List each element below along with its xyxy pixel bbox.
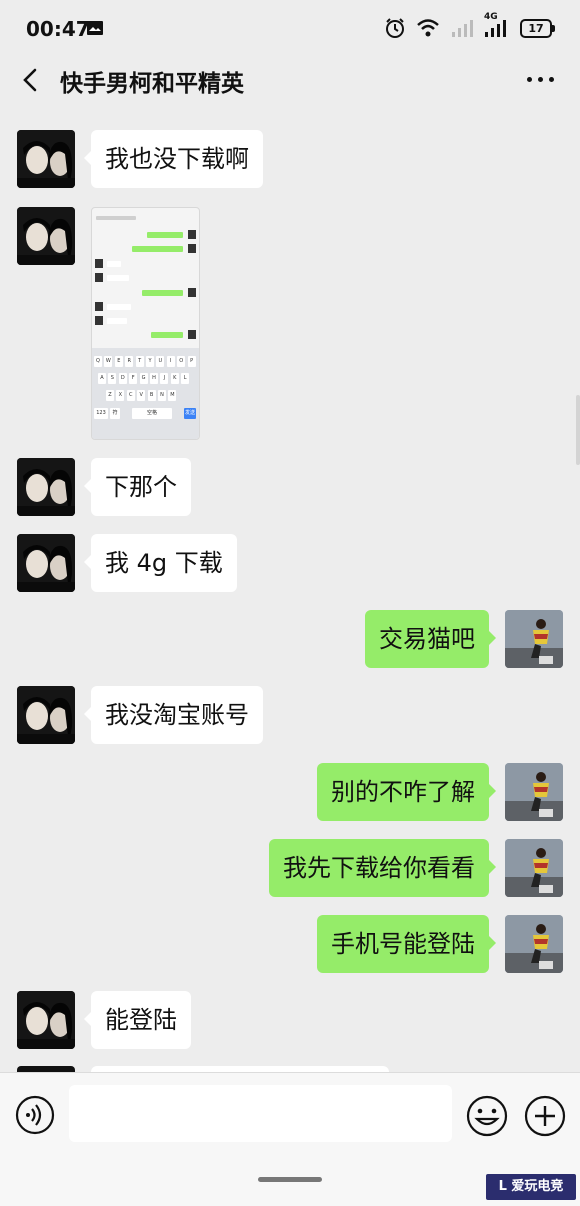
ellipsis-icon[interactable] [527, 77, 554, 82]
avatar-self[interactable] [505, 839, 563, 897]
message-bubble-received[interactable]: 下那个 [84, 458, 191, 516]
signal-icon [452, 20, 473, 37]
message-bubble-received[interactable]: 我也没下载啊 [84, 130, 263, 188]
embedded-key: T [135, 356, 144, 367]
embedded-key: H [150, 373, 158, 384]
message-bubble-received[interactable]: 我 4g 下载 [84, 534, 237, 592]
embedded-key: J [160, 373, 169, 384]
embedded-keyboard: Q W E R T Y U I O P A S D F G H J K L Z X C V B N M 123 符 空格 发送 [92, 348, 199, 439]
embedded-key: F [129, 373, 138, 384]
avatar[interactable] [17, 534, 75, 592]
watermark-logo: L 爱玩电竞 [486, 1174, 576, 1200]
avatar-self[interactable] [505, 915, 563, 973]
embedded-key: V [137, 390, 146, 401]
message-bubble-sent[interactable]: 我先下载给你看看 [269, 839, 496, 897]
home-indicator[interactable] [258, 1177, 322, 1182]
alarm-icon [386, 18, 404, 38]
embedded-key: O [177, 356, 186, 367]
embedded-key: I [166, 356, 175, 367]
embedded-key: K [170, 373, 179, 384]
scroll-handle[interactable] [576, 395, 580, 465]
message-icon [87, 21, 103, 35]
battery-icon: 17 [520, 18, 555, 38]
message-bubble-sent[interactable]: 交易猫吧 [365, 610, 496, 668]
avatar-self[interactable] [505, 610, 563, 668]
emoji-icon[interactable] [466, 1095, 508, 1137]
avatar-self[interactable] [505, 763, 563, 821]
embedded-key: U [156, 356, 165, 367]
embedded-key: C [126, 390, 135, 401]
embedded-key: X [116, 390, 125, 401]
image-message[interactable]: Q W E R T Y U I O P A S D F G H J K L Z X C V B N M 123 符 空格 发送 [91, 207, 200, 440]
avatar[interactable] [17, 207, 75, 265]
embedded-key: D [118, 373, 127, 384]
embedded-key: Q [94, 356, 102, 367]
signal-icon [485, 20, 506, 37]
chat-title: 快手男柯和平精英 [60, 71, 244, 97]
embedded-key: L [181, 373, 190, 384]
plus-icon[interactable] [524, 1095, 566, 1137]
message-bubble-received[interactable]: 我没淘宝账号 [84, 686, 263, 744]
embedded-key: E [114, 356, 123, 367]
message-bubble-sent[interactable]: 别的不咋了解 [317, 763, 496, 821]
embedded-key: B [147, 390, 156, 401]
embedded-key: A [98, 373, 106, 384]
embedded-key: R [125, 356, 134, 367]
embedded-key: Y [146, 356, 154, 367]
avatar[interactable] [17, 458, 75, 516]
status-time: 00:47 [26, 17, 90, 41]
voice-icon[interactable] [15, 1095, 55, 1135]
message-bubble-received[interactable]: 能登陆 [84, 991, 191, 1049]
chevron-left-icon[interactable] [18, 66, 46, 94]
status-bar: 00:47 4G 17 [0, 0, 580, 56]
message-bubble-sent[interactable]: 手机号能登陆 [317, 915, 496, 973]
embedded-key: S [108, 373, 117, 384]
wifi-icon [417, 19, 439, 37]
avatar[interactable] [17, 686, 75, 744]
chat-header: 快手男柯和平精英 [0, 56, 580, 106]
embedded-key: 发送 [184, 408, 196, 419]
network-indicator: 4G [484, 12, 510, 38]
embedded-key: 123 [94, 408, 108, 419]
embedded-key: W [104, 356, 113, 367]
embedded-key: Z [106, 390, 114, 401]
embedded-key: G [139, 373, 148, 384]
avatar[interactable] [17, 130, 75, 188]
embedded-key: 符 [110, 408, 120, 419]
avatar[interactable] [17, 991, 75, 1049]
embedded-key: N [158, 390, 166, 401]
embedded-key: 空格 [132, 408, 172, 419]
message-input[interactable] [69, 1085, 452, 1142]
embedded-key: M [168, 390, 177, 401]
status-icons: 4G 17 [384, 12, 555, 39]
embedded-key: P [187, 356, 196, 367]
